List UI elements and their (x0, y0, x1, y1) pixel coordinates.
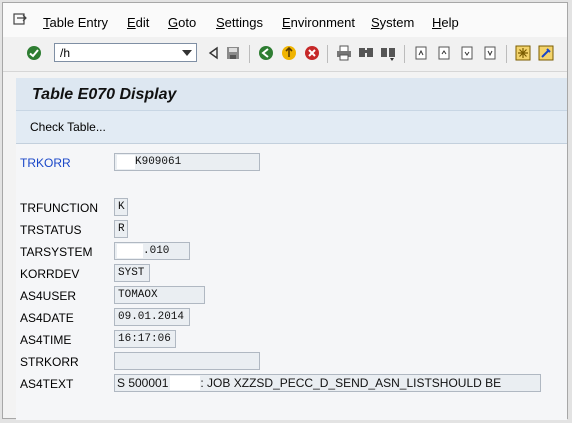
tarsystem-value: .010 (143, 245, 170, 257)
tarsystem-field[interactable]: .010 (114, 242, 190, 260)
masked-region (117, 244, 143, 258)
menu-edit[interactable]: Edit (127, 15, 149, 31)
toolbar-separator (249, 45, 250, 63)
back-icon[interactable] (258, 45, 274, 61)
create-session-icon[interactable] (515, 45, 531, 61)
title-bar: Table E070 Display (16, 78, 567, 111)
standard-toolbar (3, 37, 567, 72)
masked-region (117, 155, 135, 169)
save-icon[interactable] (225, 45, 241, 61)
menu-environment[interactable]: Environment (282, 15, 355, 31)
as4text-label: AS4TEXT (20, 377, 74, 391)
enter-check-icon[interactable] (26, 45, 42, 61)
masked-region (170, 376, 201, 390)
check-table-button[interactable]: Check Table... (30, 120, 106, 134)
trkorr-field[interactable]: K909061 (114, 153, 260, 171)
application-toolbar: Check Table... (16, 111, 567, 144)
as4time-field[interactable]: 16:17:06 (114, 330, 176, 348)
trfunction-label: TRFUNCTION (20, 201, 98, 215)
command-field[interactable] (54, 43, 197, 62)
trkorr-value: K909061 (135, 156, 182, 168)
help-icon[interactable] (538, 45, 554, 61)
find-icon[interactable] (358, 45, 374, 61)
trstatus-label: TRSTATUS (20, 223, 82, 237)
page-title: Table E070 Display (32, 86, 177, 103)
print-icon[interactable] (336, 45, 352, 61)
as4user-label: AS4USER (20, 289, 77, 303)
menu-settings[interactable]: Settings (216, 15, 263, 31)
strkorr-field[interactable] (114, 352, 260, 370)
menu-help[interactable]: Help (432, 15, 459, 31)
last-page-icon[interactable] (482, 45, 498, 61)
as4text-field[interactable]: S 500001 : JOB XZZSD_PECC_D_SEND_ASN_LIST… (114, 374, 541, 392)
trfunction-field[interactable]: K (114, 198, 128, 216)
as4text-prefix: S 500001 (117, 376, 169, 390)
field-list: TRKORR K909061 TRFUNCTION K TRSTATUS R T… (16, 144, 567, 420)
back-triangle-icon[interactable] (206, 45, 222, 61)
toolbar-separator (404, 45, 405, 63)
as4user-field[interactable]: TOMAOX (114, 286, 205, 304)
korrdev-field[interactable]: SYST (114, 264, 150, 282)
as4date-label: AS4DATE (20, 311, 74, 325)
as4date-field[interactable]: 09.01.2014 (114, 308, 190, 326)
trstatus-field[interactable]: R (114, 220, 128, 238)
menu-goto[interactable]: Goto (168, 15, 196, 31)
as4time-label: AS4TIME (20, 333, 72, 347)
previous-page-icon[interactable] (436, 45, 452, 61)
toolbar-separator (506, 45, 507, 63)
menu-bar: Table Entry Edit Goto Settings Environme… (3, 3, 567, 37)
tarsystem-label: TARSYSTEM (20, 245, 93, 259)
command-input[interactable] (60, 45, 175, 60)
strkorr-label: STRKORR (20, 355, 79, 369)
window-menu-icon[interactable] (13, 12, 27, 26)
command-dropdown-icon[interactable] (182, 50, 192, 56)
menu-table-entry[interactable]: Table Entry (43, 15, 108, 31)
first-page-icon[interactable] (413, 45, 429, 61)
trkorr-label[interactable]: TRKORR (20, 156, 71, 170)
next-page-icon[interactable] (459, 45, 475, 61)
find-next-icon[interactable] (380, 45, 396, 61)
menu-system[interactable]: System (371, 15, 414, 31)
toolbar-separator (327, 45, 328, 63)
sap-window: Table Entry Edit Goto Settings Environme… (2, 2, 568, 420)
cancel-icon[interactable] (304, 45, 320, 61)
as4text-suffix: : JOB XZZSD_PECC_D_SEND_ASN_LISTSHOULD B… (200, 376, 502, 390)
exit-icon[interactable] (281, 45, 297, 61)
korrdev-label: KORRDEV (20, 267, 80, 281)
